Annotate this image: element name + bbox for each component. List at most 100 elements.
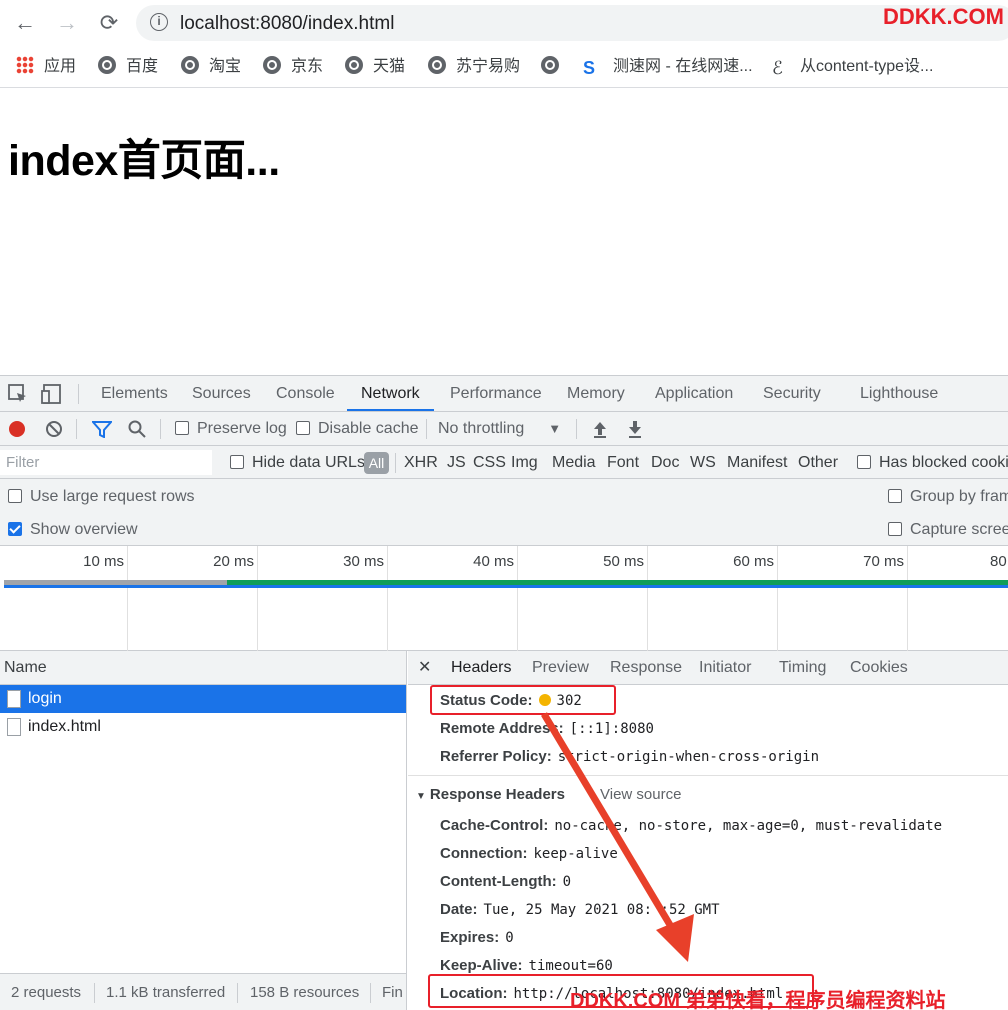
document-icon [7,718,21,736]
close-icon[interactable]: ✕ [418,651,431,685]
separator [76,419,77,439]
show-overview-checkbox[interactable]: Show overview [8,513,138,546]
bookmark-speedtest[interactable]: S 测速网 - 在线网速... [583,56,753,78]
upload-icon[interactable] [592,420,608,438]
tab-memory[interactable]: Memory [567,376,625,411]
group-by-frame-checkbox[interactable]: Group by fram [888,480,1008,513]
separator [426,419,427,439]
large-rows-checkbox[interactable]: Use large request rows [8,480,195,513]
filter-type-media[interactable]: Media [552,446,596,479]
tab-application[interactable]: Application [655,376,733,411]
clear-icon[interactable] [45,420,63,438]
reload-icon[interactable]: ⟳ [96,10,122,36]
tab-elements[interactable]: Elements [101,376,168,411]
preserve-log-checkbox[interactable]: Preserve log [175,412,287,446]
request-list: Name login index.html [0,651,407,973]
request-row-login[interactable]: login [0,685,406,713]
globe-icon [181,56,199,74]
download-icon[interactable] [627,420,643,438]
bookmark-content-type[interactable]: ℰ 从content-type设... [772,56,933,78]
bookmark-jd[interactable]: 京东 [263,56,323,78]
header-cache-control: Cache-Control: no-cache, no-store, max-ag… [440,817,943,834]
bookmark-baidu[interactable]: 百度 [98,56,158,78]
column-header-name[interactable]: Name [0,651,406,685]
separator [78,384,79,404]
filter-type-all[interactable]: All [364,452,389,474]
forward-arrow-icon[interactable]: → [54,10,80,36]
watermark-footer: DDKK.COM 弟弟快看，程序员编程资料站 [570,990,946,1010]
tab-network[interactable]: Network [347,376,434,411]
status-finish: Fin [382,984,403,1001]
hide-data-urls-checkbox[interactable]: Hide data URLs [230,446,365,479]
bookmark-apps[interactable]: 应用 [16,56,76,78]
capture-screenshots-checkbox[interactable]: Capture screen [888,513,1008,546]
grid-line [257,546,258,651]
filter-type-css[interactable]: CSS [473,446,506,479]
request-row-index[interactable]: index.html [0,713,406,741]
back-arrow-icon[interactable]: ← [12,10,38,36]
filter-input[interactable]: Filter [0,450,212,475]
filter-type-js[interactable]: JS [447,446,466,479]
filter-type-ws[interactable]: WS [690,446,716,479]
grid-line [387,546,388,651]
tab-initiator[interactable]: Initiator [699,651,751,685]
checkbox-box [857,455,871,469]
info-icon[interactable]: i [150,13,168,31]
checkbox-box [230,455,244,469]
network-overview-timeline[interactable]: 10 ms 20 ms 30 ms 40 ms 50 ms 60 ms 70 m… [0,546,1008,651]
bookmark-tmall[interactable]: 天猫 [345,56,405,78]
tab-preview[interactable]: Preview [532,651,589,685]
highlight-box-status [430,685,616,715]
timeline-bar-domcontentloaded [4,585,1008,588]
tab-cookies[interactable]: Cookies [850,651,908,685]
network-toolbar: Preserve log Disable cache No throttling… [0,412,1008,446]
throttling-select[interactable]: No throttling ▼ [438,412,561,446]
device-toolbar-icon[interactable] [40,382,64,406]
filter-type-doc[interactable]: Doc [651,446,679,479]
tab-security[interactable]: Security [763,376,821,411]
filter-type-other[interactable]: Other [798,446,838,479]
address-bar[interactable]: i localhost:8080/index.html [136,5,1008,41]
filter-type-font[interactable]: Font [607,446,639,479]
tab-sources[interactable]: Sources [192,376,251,411]
bookmark-suning[interactable]: 苏宁易购 [428,56,520,78]
timeline-tick: 50 ms [603,553,644,570]
search-icon[interactable] [128,420,146,438]
filter-funnel-icon[interactable] [92,420,112,438]
devtools-panel: Elements Sources Console Network Perform… [0,375,1008,1010]
section-divider [408,775,1008,776]
globe-icon [541,56,559,74]
response-headers-toggle[interactable]: ▼ Response Headers [416,786,565,803]
disable-cache-checkbox[interactable]: Disable cache [296,412,419,446]
watermark: DDKK.COM [883,4,1004,29]
tab-lighthouse[interactable]: Lighthouse [860,376,938,411]
tab-console[interactable]: Console [276,376,335,411]
checkbox-box [8,489,22,503]
globe-icon [345,56,363,74]
tab-response[interactable]: Response [610,651,682,685]
filter-type-img[interactable]: Img [511,446,538,479]
filter-type-xhr[interactable]: XHR [404,446,438,479]
bookmark-taobao[interactable]: 淘宝 [181,56,241,78]
network-statusbar: 2 requests 1.1 kB transferred 158 B reso… [0,973,407,1010]
tab-headers[interactable]: Headers [451,651,511,685]
network-options: Use large request rows Show overview Gro… [0,479,1008,546]
inspect-element-icon[interactable] [6,382,30,406]
general-referrer-policy: Referrer Policy: strict-origin-when-cross… [440,748,820,765]
has-blocked-cookies-checkbox[interactable]: Has blocked cookie [857,446,1008,479]
separator [237,983,238,1003]
header-content-length: Content-Length: 0 [440,873,572,890]
page-heading: index首页面... [8,137,280,185]
record-icon[interactable] [9,421,25,437]
bookmark-blank[interactable] [541,56,569,78]
checkbox-box [888,489,902,503]
filter-type-manifest[interactable]: Manifest [727,446,787,479]
header-expires: Expires: 0 [440,929,514,946]
dropdown-triangle-icon: ▼ [548,421,562,436]
speedtest-logo-icon: S [583,58,596,78]
view-source-link[interactable]: View source [600,786,681,803]
tab-timing[interactable]: Timing [779,651,826,685]
apps-grid-icon [16,56,34,74]
tab-performance[interactable]: Performance [450,376,542,411]
url-text: localhost:8080/index.html [180,13,395,34]
